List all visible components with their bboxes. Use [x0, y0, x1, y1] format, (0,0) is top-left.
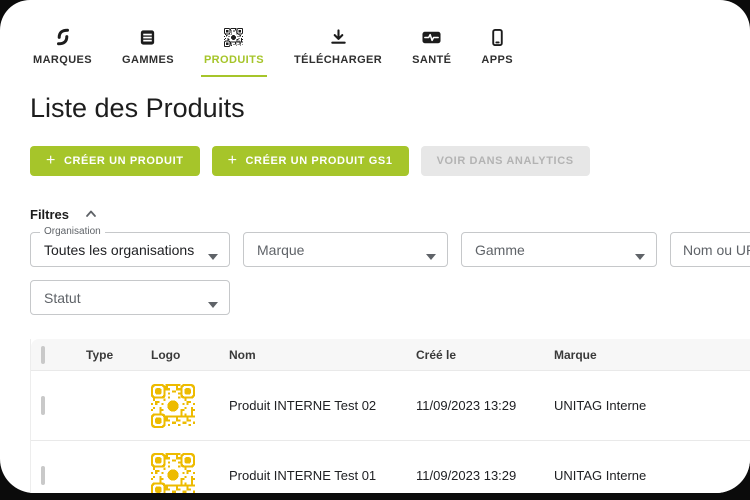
table-header: Type Logo Nom Créé le Marque: [31, 339, 750, 370]
nav-label: SANTÉ: [412, 54, 451, 66]
main-nav: MARQUES GAMMES PRODUITS: [30, 0, 750, 77]
row-checkbox[interactable]: [41, 466, 45, 485]
name-url-input[interactable]: [670, 232, 750, 267]
plus-icon: +: [228, 153, 238, 169]
phone-icon: [486, 26, 508, 48]
products-table: Type Logo Nom Créé le Marque Produit INT…: [30, 339, 750, 493]
statut-placeholder: Statut: [44, 290, 81, 306]
filter-row-2: Statut: [30, 280, 750, 315]
caret-down-icon: [208, 247, 218, 253]
health-icon: [421, 26, 443, 48]
qr-logo: [151, 453, 195, 493]
plus-icon: +: [46, 153, 56, 169]
actions-bar: + CRÉER UN PRODUIT + CRÉER UN PRODUIT GS…: [30, 146, 750, 176]
nav-item-gammes[interactable]: GAMMES: [119, 26, 177, 77]
nav-label: TÉLÉCHARGER: [294, 54, 382, 66]
nav-label: APPS: [481, 54, 513, 66]
qr-code-icon: [223, 26, 245, 48]
cell-cree-le: 11/09/2023 13:29: [416, 398, 554, 413]
view-analytics-button[interactable]: VOIR DANS ANALYTICS: [421, 146, 590, 176]
create-product-gs1-button[interactable]: + CRÉER UN PRODUIT GS1: [212, 146, 409, 176]
cell-cree-le: 11/09/2023 13:29: [416, 468, 554, 483]
col-type: Type: [86, 348, 151, 362]
nav-item-telecharger[interactable]: TÉLÉCHARGER: [291, 26, 385, 77]
create-product-gs1-label: CRÉER UN PRODUIT GS1: [246, 155, 393, 167]
table-row[interactable]: Produit INTERNE Test 02 11/09/2023 13:29…: [31, 370, 750, 440]
qr-logo: [151, 384, 195, 428]
filters-label: Filtres: [30, 207, 69, 222]
col-logo: Logo: [151, 348, 229, 362]
gamme-placeholder: Gamme: [475, 242, 525, 258]
select-all-checkbox[interactable]: [41, 346, 45, 364]
nav-label: MARQUES: [33, 54, 92, 66]
filter-row-1: Organisation Toutes les organisations Ma…: [30, 232, 750, 267]
organisation-floating-label: Organisation: [40, 226, 105, 238]
row-checkbox[interactable]: [41, 396, 45, 415]
nav-item-sante[interactable]: SANTÉ: [409, 26, 454, 77]
nav-item-marques[interactable]: MARQUES: [30, 26, 95, 77]
marque-placeholder: Marque: [257, 242, 304, 258]
cell-nom: Produit INTERNE Test 01: [229, 468, 416, 483]
nav-label: PRODUITS: [204, 54, 264, 66]
statut-select[interactable]: Statut: [30, 280, 230, 315]
create-product-button[interactable]: + CRÉER UN PRODUIT: [30, 146, 200, 176]
nav-label: GAMMES: [122, 54, 174, 66]
window-card: MARQUES GAMMES PRODUITS: [0, 0, 750, 493]
view-analytics-label: VOIR DANS ANALYTICS: [437, 155, 574, 167]
col-marque: Marque: [554, 348, 750, 362]
cell-marque: UNITAG Interne: [554, 468, 750, 483]
brand-s-icon: [52, 26, 74, 48]
create-product-label: CRÉER UN PRODUIT: [64, 155, 184, 167]
cell-nom: Produit INTERNE Test 02: [229, 398, 416, 413]
col-nom: Nom: [229, 348, 416, 362]
page-title: Liste des Produits: [30, 93, 750, 124]
organisation-value: Toutes les organisations: [44, 242, 194, 258]
nav-item-apps[interactable]: APPS: [478, 26, 516, 77]
filters-header: Filtres: [30, 206, 750, 222]
nav-item-produits[interactable]: PRODUITS: [201, 26, 267, 77]
chevron-up-icon[interactable]: [83, 206, 99, 222]
cell-marque: UNITAG Interne: [554, 398, 750, 413]
organisation-select[interactable]: Organisation Toutes les organisations: [30, 232, 230, 267]
gamme-select[interactable]: Gamme: [461, 232, 657, 267]
caret-down-icon: [635, 247, 645, 253]
table-row[interactable]: Produit INTERNE Test 01 11/09/2023 13:29…: [31, 440, 750, 493]
marque-select[interactable]: Marque: [243, 232, 448, 267]
caret-down-icon: [426, 247, 436, 253]
download-icon: [327, 26, 349, 48]
col-cree-le: Créé le: [416, 348, 554, 362]
list-icon: [137, 26, 159, 48]
caret-down-icon: [208, 295, 218, 301]
